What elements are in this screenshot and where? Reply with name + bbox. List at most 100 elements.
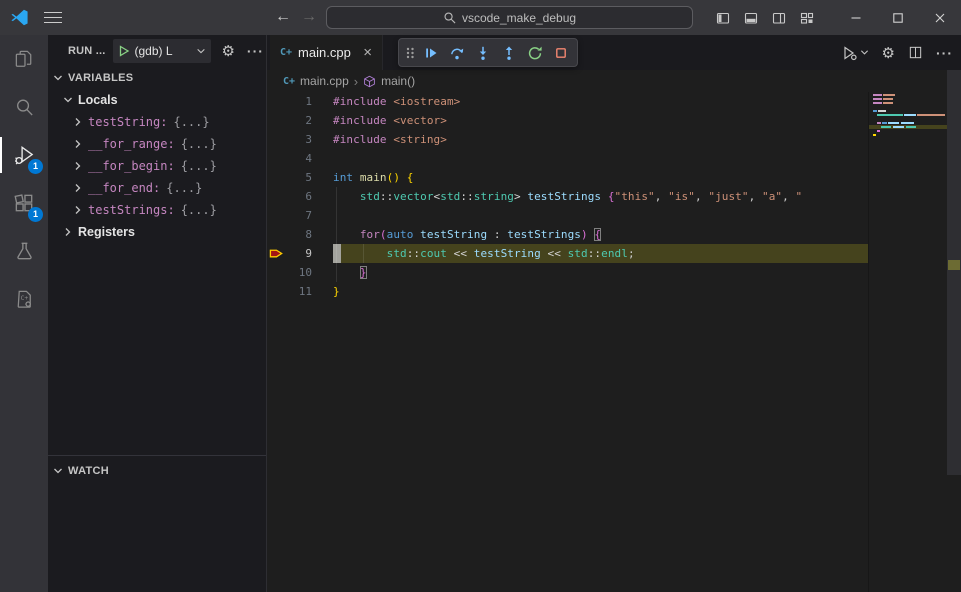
variable-row[interactable]: __for_range:{...}	[48, 133, 266, 155]
code-line-8[interactable]: 8 for(auto testString : testStrings) {	[267, 225, 868, 244]
gutter[interactable]	[267, 225, 285, 244]
code-line-5[interactable]: 5int main() {	[267, 168, 868, 187]
gutter[interactable]	[267, 263, 285, 282]
toggle-secondary-sidebar-button[interactable]	[765, 4, 793, 32]
chevron-down-icon	[52, 465, 64, 477]
activity-testing-icon[interactable]	[0, 227, 48, 275]
debug-continue-button[interactable]	[419, 41, 443, 65]
editor-more-actions-icon[interactable]: ···	[936, 45, 953, 61]
locals-scope-label: Locals	[78, 93, 118, 107]
breadcrumb-separator: ›	[354, 74, 358, 89]
menu-hamburger-icon[interactable]	[44, 9, 62, 26]
minimap-line	[877, 122, 881, 124]
code-line-3[interactable]: 3#include <string>	[267, 130, 868, 149]
launch-config-dropdown[interactable]: (gdb) L	[113, 39, 211, 63]
tab-main-cpp[interactable]: C+ main.cpp ×	[270, 35, 383, 70]
command-center-search[interactable]: vscode_make_debug	[326, 6, 693, 29]
code-line-2[interactable]: 2#include <vector>	[267, 111, 868, 130]
variable-name: __for_begin:	[88, 159, 175, 173]
locals-variables-list: testString:{...}__for_range:{...}__for_b…	[48, 111, 266, 221]
maximize-button[interactable]	[877, 0, 919, 35]
gutter[interactable]	[267, 92, 285, 111]
gutter[interactable]	[267, 168, 285, 187]
editor-settings-gear-icon[interactable]: ⚙	[882, 44, 895, 62]
activity-extensions-icon[interactable]: 1	[0, 179, 48, 227]
code-line-9[interactable]: 9 std::cout << testString << std::endl;	[267, 244, 868, 263]
debug-step-out-button[interactable]	[497, 41, 521, 65]
watch-section-header[interactable]: WATCH	[48, 460, 266, 482]
breadcrumb-file[interactable]: main.cpp	[300, 74, 349, 88]
toggle-primary-sidebar-button[interactable]	[709, 4, 737, 32]
run-debug-file-button[interactable]	[841, 45, 869, 61]
gutter[interactable]	[267, 130, 285, 149]
close-window-button[interactable]	[919, 0, 961, 35]
line-number: 7	[285, 209, 312, 222]
customize-layout-button[interactable]	[793, 4, 821, 32]
line-number: 3	[285, 133, 312, 146]
debug-step-into-button[interactable]	[471, 41, 495, 65]
activity-run-debug-icon[interactable]: 1	[0, 131, 48, 179]
code-text: }	[333, 282, 868, 301]
breadcrumb-symbol[interactable]: main()	[381, 74, 415, 88]
toolbar-drag-handle[interactable]	[403, 41, 417, 65]
nav-back-button[interactable]: ←	[272, 5, 294, 29]
gutter[interactable]	[267, 282, 285, 301]
debug-stop-button[interactable]	[549, 41, 573, 65]
scrollbar-slider[interactable]	[947, 70, 961, 475]
current-line-breakpoint-icon[interactable]	[267, 244, 285, 263]
gutter[interactable]	[267, 149, 285, 168]
variable-value: {...}	[181, 203, 217, 217]
code-line-1[interactable]: 1#include <iostream>	[267, 92, 868, 111]
variables-section-header[interactable]: VARIABLES	[48, 67, 266, 89]
split-editor-button[interactable]	[908, 45, 923, 60]
line-number: 10	[285, 266, 312, 279]
minimap-line	[873, 102, 882, 104]
code-line-11[interactable]: 11}	[267, 282, 868, 301]
activity-search-icon[interactable]	[0, 83, 48, 131]
minimize-button[interactable]	[835, 0, 877, 35]
minimap[interactable]	[868, 92, 947, 592]
line-number: 6	[285, 190, 312, 203]
gutter[interactable]	[267, 206, 285, 225]
variable-row[interactable]: __for_end:{...}	[48, 177, 266, 199]
minimap-line	[883, 102, 893, 104]
cpp-file-icon: C+	[280, 47, 292, 58]
tab-close-icon[interactable]: ×	[361, 44, 374, 61]
line-number: 8	[285, 228, 312, 241]
minimap-line	[878, 110, 886, 112]
debug-restart-button[interactable]	[523, 41, 547, 65]
vscode-window: ← → vscode_make_debug	[0, 0, 961, 592]
debug-step-over-button[interactable]	[445, 41, 469, 65]
code-line-6[interactable]: 6 std::vector<std::string> testStrings {…	[267, 187, 868, 206]
locals-scope-row[interactable]: Locals	[48, 89, 266, 111]
debug-settings-gear-icon[interactable]: ⚙	[221, 42, 234, 60]
variable-row[interactable]: testStrings: {...}	[48, 199, 266, 221]
activity-cpp-tools-icon[interactable]: C+	[0, 275, 48, 323]
gutter[interactable]	[267, 111, 285, 130]
chevron-right-icon	[72, 116, 84, 128]
toggle-panel-button[interactable]	[737, 4, 765, 32]
variable-row[interactable]: __for_begin:{...}	[48, 155, 266, 177]
title-bar: ← → vscode_make_debug	[0, 0, 961, 35]
editor-actions: ⚙ ···	[841, 35, 953, 70]
code-line-4[interactable]: 4	[267, 149, 868, 168]
editor-group: C+ main.cpp × ⚙ ···	[267, 35, 961, 592]
activity-explorer-icon[interactable]	[0, 35, 48, 83]
breadcrumb: C+ main.cpp › main()	[267, 70, 961, 92]
code-area[interactable]: 1#include <iostream>2#include <vector>3#…	[267, 92, 961, 592]
editor-scrollbar[interactable]	[947, 70, 961, 592]
overview-ruler-current-line-marker	[948, 260, 960, 270]
variable-name: testStrings:	[88, 203, 175, 217]
variable-row[interactable]: testString:{...}	[48, 111, 266, 133]
registers-scope-row[interactable]: Registers	[48, 221, 266, 243]
sidebar-title: RUN ...	[68, 45, 105, 57]
variables-section-label: VARIABLES	[68, 72, 133, 84]
minimap-line	[883, 98, 893, 100]
gutter[interactable]	[267, 187, 285, 206]
indent-guide	[363, 244, 364, 263]
code-line-10[interactable]: 10 }	[267, 263, 868, 282]
nav-forward-button[interactable]: →	[298, 5, 320, 29]
sidebar-more-actions-icon[interactable]: ···	[247, 43, 264, 59]
start-debug-icon[interactable]	[118, 45, 130, 57]
code-line-7[interactable]: 7	[267, 206, 868, 225]
